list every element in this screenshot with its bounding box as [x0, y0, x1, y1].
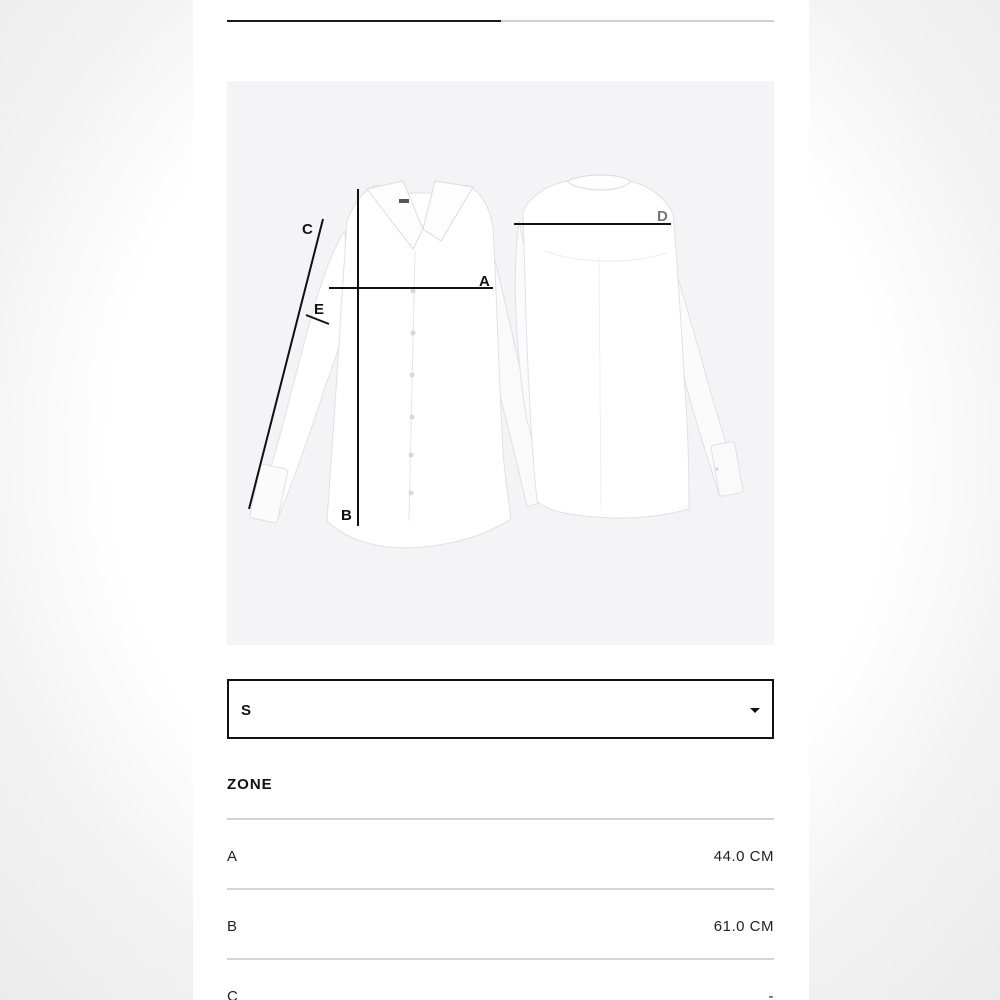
zone-heading: ZONE: [227, 776, 273, 793]
chevron-down-icon: [750, 708, 760, 713]
image-progress-fill: [227, 20, 501, 22]
zone-row-value: -: [768, 988, 774, 1000]
label-c: C: [302, 221, 313, 238]
label-e: E: [314, 301, 324, 318]
page: A B C D E S ZONE A 44.0 CM B 61.0 CM C -: [0, 0, 1000, 1000]
shirt-back: [514, 174, 744, 519]
zone-row-key: A: [227, 848, 238, 865]
size-select-value: S: [241, 702, 252, 719]
zone-row: B 61.0 CM: [227, 888, 774, 958]
zone-table: A 44.0 CM B 61.0 CM C -: [227, 818, 774, 1000]
shirt-measurement-diagram: A B C D E: [248, 174, 744, 549]
zone-row-key: B: [227, 918, 238, 935]
shirt-front: [249, 180, 546, 549]
zone-row: C-: [227, 958, 774, 1000]
zone-row-value: 44.0 CM: [713, 848, 774, 865]
size-select[interactable]: S: [227, 679, 774, 739]
image-progress-bar: [227, 20, 774, 22]
product-measurement-image: A B C D E: [227, 81, 774, 645]
label-b: B: [341, 507, 352, 524]
label-a: A: [479, 273, 490, 290]
size-guide-panel: A B C D E S ZONE A 44.0 CM B 61.0 CM C -: [193, 0, 809, 1000]
label-d: D: [657, 208, 668, 225]
zone-row-value: 61.0 CM: [713, 918, 774, 935]
zone-row-key: C: [227, 988, 238, 1000]
zone-row: A 44.0 CM: [227, 818, 774, 888]
